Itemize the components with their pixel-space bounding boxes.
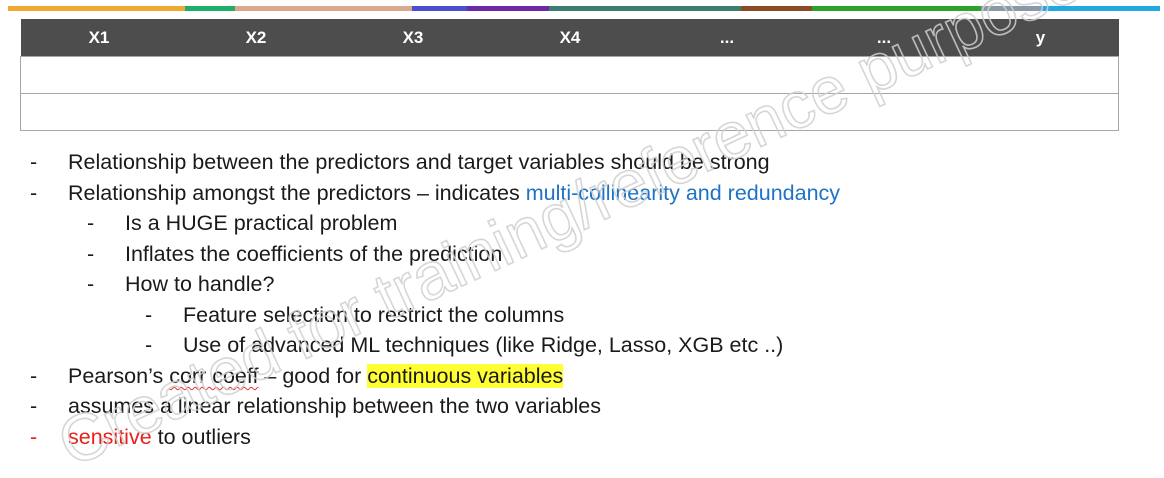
accent-segment (981, 6, 1041, 11)
accent-segment (812, 6, 981, 11)
bullet-dash: - (145, 333, 153, 357)
accent-segment (235, 6, 412, 11)
highlighted-text: continuous variables (367, 364, 564, 388)
accent-segment (1041, 6, 1160, 11)
bullet-dash: - (30, 425, 38, 449)
bullet-dash: - (145, 303, 153, 327)
table-cell (20, 56, 1119, 94)
top-accent-bar (8, 6, 1160, 11)
bullet-text: to outliers (151, 425, 251, 449)
bullet-text: Feature selection to restrict the column… (183, 303, 565, 327)
column-header-x1: X1 (20, 19, 178, 57)
bullet-text: Inflates the coefficients of the predict… (125, 242, 503, 266)
accent-segment (185, 6, 235, 11)
column-header-y: y (962, 19, 1119, 57)
bullet-text: Pearson’s (68, 364, 170, 388)
bullet-dash: - (87, 242, 95, 266)
bullet-dash: - (30, 364, 38, 388)
table-header-row: X1 X2 X3 X4 ... ... y (20, 19, 1119, 57)
column-header-x4: X4 (491, 19, 649, 57)
spellcheck-underlined-text: corr coeff (169, 364, 259, 388)
bullet-text: – good for (258, 364, 368, 388)
table-row (20, 93, 1119, 131)
bullet-dash: - (30, 394, 38, 418)
column-header-x2: X2 (177, 19, 335, 57)
bullet-text: Relationship amongst the predictors – in… (68, 181, 526, 205)
accent-segment (412, 6, 467, 11)
accent-segment (467, 6, 549, 11)
bullet-dash: - (87, 211, 95, 235)
accent-segment (741, 6, 812, 11)
bullet-emphasis-blue: multi-collinearity and redundancy (525, 181, 841, 205)
bullet-text: How to handle? (125, 272, 275, 296)
bullet-text: Relationship between the predictors and … (68, 150, 770, 174)
bullet-dash: - (30, 150, 38, 174)
bullet-text: assumes a linear relationship between th… (68, 394, 602, 418)
accent-segment (8, 6, 185, 11)
accent-segment (549, 6, 741, 11)
table-row (20, 56, 1119, 94)
column-header-x3: X3 (334, 19, 492, 57)
feature-table: X1 X2 X3 X4 ... ... y (20, 19, 1119, 131)
bullet-dash: - (30, 181, 38, 205)
bullet-emphasis-red: sensitive (68, 425, 152, 449)
table-cell (20, 93, 1119, 131)
column-header-ellipsis: ... (805, 19, 963, 57)
bullet-text: Use of advanced ML techniques (like Ridg… (183, 333, 784, 357)
column-header-ellipsis: ... (648, 19, 806, 57)
bullet-text: Is a HUGE practical problem (125, 211, 398, 235)
bullet-dash: - (87, 272, 95, 296)
